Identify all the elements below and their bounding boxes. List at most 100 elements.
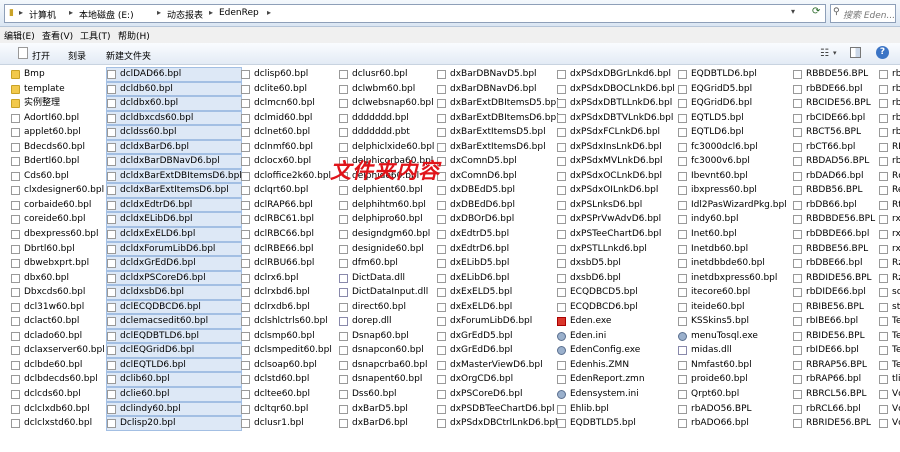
file-item[interactable]: dclib60.bpl (106, 372, 242, 388)
file-item[interactable]: ECQDBCD5.bpl (556, 285, 675, 300)
address-bar[interactable]: ▮ ▸ 计算机 ▸ 本地磁盘 (E:) ▸ 动态报表 ▸ EdenRep ▸ ▾ (4, 4, 826, 23)
file-item[interactable]: delphipro60.bpl (338, 212, 434, 227)
file-item[interactable]: EQTLD6.bpl (677, 125, 787, 140)
breadcrumb-drive[interactable]: 本地磁盘 (E:) (79, 8, 134, 21)
file-item[interactable]: fc3000v6.bpl (677, 154, 787, 169)
file-item[interactable]: dclrx6.bpl (240, 271, 332, 286)
file-item[interactable]: dcldxBarDBNavD6.bpl (106, 154, 242, 169)
file-item[interactable]: dclRBC66.bpl (240, 227, 332, 242)
file-item[interactable]: delphihtm60.bpl (338, 198, 434, 213)
file-item[interactable]: dbwebxprt.bpl (10, 256, 105, 271)
breadcrumb-report-folder[interactable]: 动态报表 (167, 8, 203, 21)
file-item[interactable]: dclwebsnap60.bpl (338, 96, 434, 111)
file-item[interactable]: dcldxBarD6.bpl (106, 139, 242, 155)
file-item[interactable]: dcldxForumLibD6.bpl (106, 241, 242, 257)
breadcrumb-edenrep[interactable]: EdenRep (219, 8, 259, 18)
file-item[interactable]: dcldxELibD6.bpl (106, 212, 242, 228)
file-item[interactable]: dcldb60.bpl (106, 81, 242, 97)
breadcrumb-separator-icon[interactable]: ▸ (209, 8, 213, 17)
file-item[interactable]: Rz (878, 256, 900, 271)
file-item[interactable]: rbADO56.BPL (677, 402, 787, 417)
file-item[interactable]: rbDIDE66.bpl (792, 285, 875, 300)
file-item[interactable]: rx (878, 212, 900, 227)
file-item[interactable]: fc3000dcl6.bpl (677, 140, 787, 155)
file-item[interactable]: dxEdtrD5.bpl (436, 227, 559, 242)
file-item[interactable]: dxBarExtItemsD5.bpl (436, 125, 559, 140)
file-item[interactable]: Inetdb60.bpl (677, 242, 787, 257)
file-item[interactable]: dclemacsedit60.bpl (106, 314, 242, 329)
file-item[interactable]: EQDBTLD6.bpl (677, 67, 787, 82)
file-item[interactable]: EdenConfig.exe (556, 343, 675, 358)
file-item[interactable]: dxGrEdD6.bpl (436, 343, 559, 358)
file-item[interactable]: inetdbxpress60.bpl (677, 271, 787, 286)
file-item[interactable]: dxPSdxDBOCLnkD6.bpl (556, 82, 675, 97)
file-item[interactable]: dclnmf60.bpl (240, 140, 332, 155)
file-item[interactable]: Dclisp20.bpl (106, 416, 242, 431)
file-item[interactable]: dcl31w60.bpl (10, 300, 105, 315)
file-item[interactable]: RB (878, 140, 900, 155)
file-item[interactable]: Re (878, 183, 900, 198)
file-item[interactable]: rbDB66.bpl (792, 198, 875, 213)
file-item[interactable]: RBDAD56.BPL (792, 154, 875, 169)
file-item[interactable]: DictData.dll (338, 271, 434, 286)
file-item[interactable]: rb (878, 154, 900, 169)
file-item[interactable]: dxPSCoreD6.bpl (436, 387, 559, 402)
burn-button[interactable]: 刻录 (68, 49, 86, 62)
file-item[interactable]: dcltqr60.bpl (240, 402, 332, 417)
file-item[interactable]: dclusr60.bpl (338, 67, 434, 82)
file-item[interactable]: dclie60.bpl (106, 387, 242, 402)
file-item[interactable]: Qrpt60.bpl (677, 387, 787, 402)
file-item[interactable]: EdenReport.zmn (556, 372, 675, 387)
file-item[interactable]: dxComnD6.bpl (436, 169, 559, 184)
file-item[interactable]: RBCT56.BPL (792, 125, 875, 140)
file-item[interactable]: corbaide60.bpl (10, 198, 105, 213)
file-item[interactable]: rbDBE66.bpl (792, 256, 875, 271)
file-item[interactable]: dclact60.bpl (10, 314, 105, 329)
file-item[interactable]: dxPSdxMVLnkD6.bpl (556, 154, 675, 169)
address-history-chevron-down-icon[interactable]: ▾ (791, 7, 795, 16)
file-item[interactable]: dclsoap60.bpl (240, 358, 332, 373)
file-item[interactable]: dclcds60.bpl (10, 387, 105, 402)
file-item[interactable]: rb (878, 67, 900, 82)
file-item[interactable]: clxdesigner60.bpl (10, 183, 105, 198)
file-item[interactable]: RBDBDE56.BPL (792, 212, 875, 227)
file-item[interactable]: dxPSPrVwAdvD6.bpl (556, 212, 675, 227)
file-item[interactable]: dxPSdxFCLnkD6.bpl (556, 125, 675, 140)
file-item[interactable]: Eden.exe (556, 314, 675, 329)
file-item[interactable]: applet60.bpl (10, 125, 105, 140)
file-item[interactable]: dclDAD66.bpl (106, 67, 242, 82)
file-item[interactable]: dxComnD5.bpl (436, 154, 559, 169)
file-item[interactable]: dclusr1.bpl (240, 416, 332, 431)
file-item[interactable]: Eden.ini (556, 329, 675, 344)
file-item[interactable]: rb (878, 82, 900, 97)
menu-help[interactable]: 帮助(H) (118, 29, 150, 42)
file-item[interactable]: ddddddd.bpl (338, 111, 434, 126)
file-item[interactable]: dclbde60.bpl (10, 358, 105, 373)
breadcrumb-separator-icon[interactable]: ▸ (19, 8, 23, 17)
file-item[interactable]: dxMasterViewD6.bpl (436, 358, 559, 373)
file-item[interactable]: dxBarD6.bpl (338, 416, 434, 431)
file-item[interactable]: Dbrtl60.bpl (10, 242, 105, 257)
file-item[interactable]: dxPSdxDBTLLnkD6.bpl (556, 96, 675, 111)
file-item[interactable]: rb (878, 96, 900, 111)
file-item[interactable]: RBIBE56.BPL (792, 300, 875, 315)
file-item[interactable]: dsnapcon60.bpl (338, 343, 434, 358)
file-item[interactable]: Rc (878, 169, 900, 184)
file-item[interactable]: designdgm60.bpl (338, 227, 434, 242)
file-item[interactable]: dcldxsbD6.bpl (106, 285, 242, 300)
file-item[interactable]: dcldxEdtrD6.bpl (106, 197, 242, 213)
file-item[interactable]: rbRCL66.bpl (792, 402, 875, 417)
file-item[interactable]: dclRAP66.bpl (240, 198, 332, 213)
file-item[interactable]: rbCIDE66.bpl (792, 111, 875, 126)
file-item[interactable]: rb (878, 125, 900, 140)
file-item[interactable]: dclado60.bpl (10, 329, 105, 344)
file-item[interactable]: dclindy60.bpl (106, 401, 242, 417)
file-item[interactable]: EQDBTLD5.bpl (556, 416, 675, 431)
file-item[interactable]: dxPSTLLnkd6.bpl (556, 242, 675, 257)
file-item[interactable]: dxExELD6.bpl (436, 300, 559, 315)
breadcrumb-separator-icon[interactable]: ▸ (267, 8, 271, 17)
file-item[interactable]: dclEQTLD6.bpl (106, 357, 242, 373)
file-item[interactable]: dclnet60.bpl (240, 125, 332, 140)
file-item[interactable]: designide60.bpl (338, 242, 434, 257)
file-item[interactable]: rbRAP66.bpl (792, 372, 875, 387)
